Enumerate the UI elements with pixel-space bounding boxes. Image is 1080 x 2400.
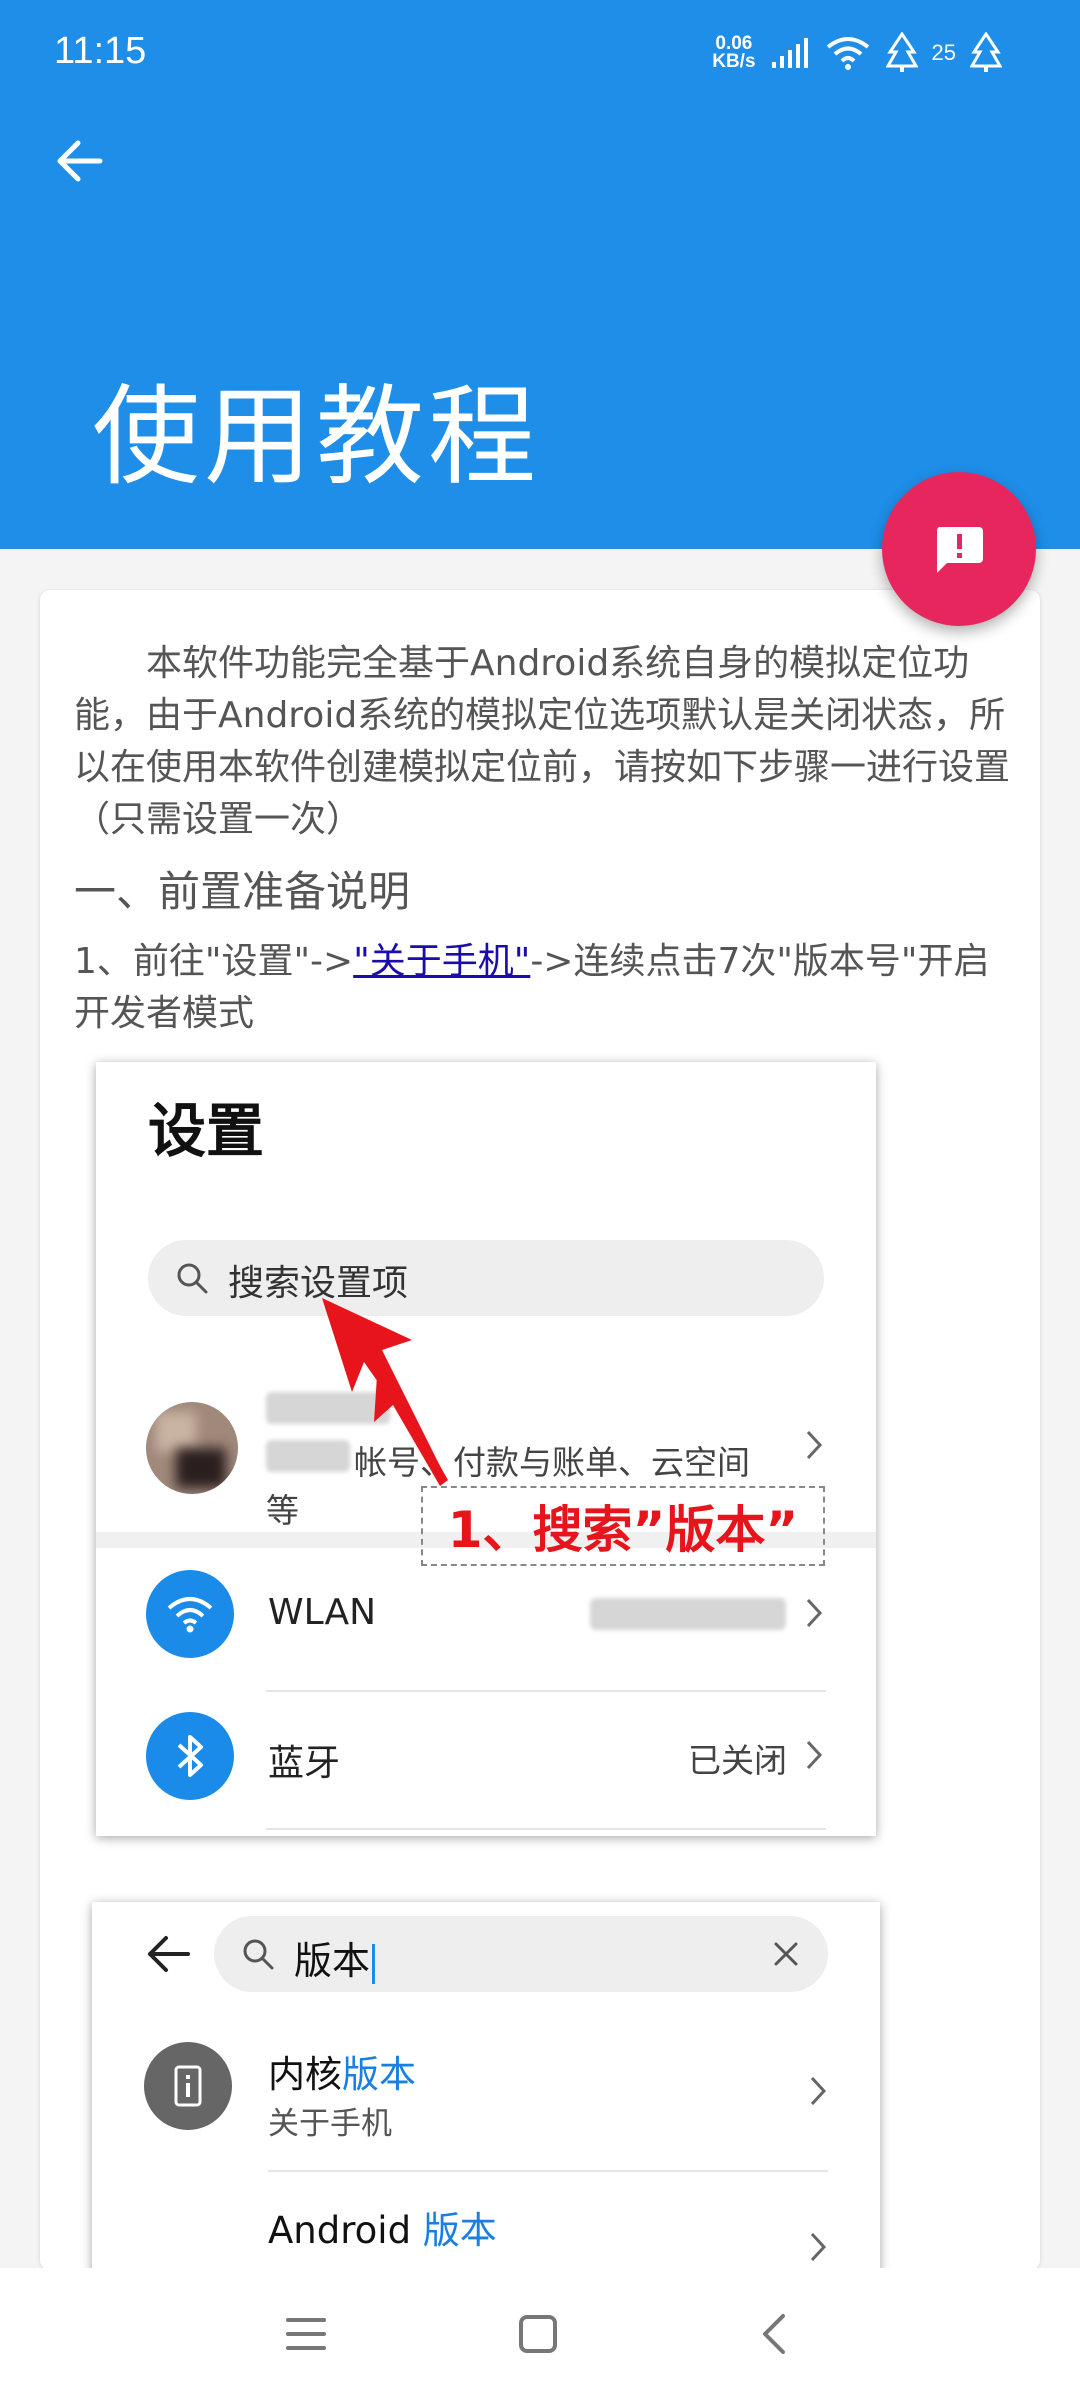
row-divider: [266, 1690, 826, 1692]
settings-title: 设置: [148, 1097, 265, 1165]
app-bar: 11:15 0.06 KB/s 25 使用教程: [0, 0, 1080, 549]
settings-screenshot: 设置 搜索设置项 帐号、付款与账单、云空间 等 WLAN 蓝牙 已关闭 1、搜索…: [96, 1062, 876, 1836]
bluetooth-value: 已关闭: [688, 1741, 787, 1780]
about-phone-link[interactable]: "关于手机": [353, 941, 530, 982]
feedback-icon: [936, 527, 983, 573]
search-result-screenshot: 版本 内核版本 关于手机 Android 版本: [92, 1902, 880, 2270]
search-icon: [177, 1263, 208, 1294]
status-dot: [398, 1404, 409, 1415]
network-speed: 0.06 KB/s: [712, 33, 756, 72]
tree-icon: [885, 32, 918, 72]
intro-paragraph: 本软件功能完全基于Android系统自身的模拟定位功能，由于Android系统的…: [74, 643, 1011, 840]
bluetooth-icon-circle: [146, 1712, 234, 1800]
feedback-fab[interactable]: [882, 472, 1036, 626]
arrow-left-icon: [57, 140, 103, 182]
chevron-right-icon: [810, 2232, 827, 2262]
search-icon: [243, 1939, 274, 1970]
chevron-right-icon: [806, 1430, 823, 1460]
tutorial-card: 本软件功能完全基于Android系统自身的模拟定位功能，由于Android系统的…: [40, 590, 1040, 2270]
avatar: [146, 1402, 238, 1494]
result-1-title: 内核版本: [268, 2053, 416, 2096]
annotation-box: 1、搜索”版本”: [421, 1486, 825, 1566]
section-title: 一、前置准备说明: [74, 867, 411, 916]
version-search-text: 版本: [294, 1930, 376, 1985]
phone-info-icon: [174, 2065, 202, 2107]
back-button[interactable]: [44, 126, 114, 196]
version-search-bar: 版本: [214, 1916, 828, 1992]
settings-search-bar: 搜索设置项: [148, 1240, 824, 1316]
home-button[interactable]: [502, 2298, 574, 2370]
bluetooth-label: 蓝牙: [268, 1743, 341, 1784]
system-back-button[interactable]: [738, 2298, 810, 2370]
chevron-left-icon: [763, 2314, 785, 2354]
home-square-icon: [519, 2315, 557, 2353]
text-cursor: [372, 1943, 376, 1984]
row-divider: [268, 2170, 828, 2172]
status-time: 11:15: [54, 30, 147, 72]
step-1-text: 1、前往"设置"->"关于手机"->连续点击7次"版本号"开启开发者模式: [74, 941, 990, 1034]
blurred-account-prefix: [266, 1440, 350, 1472]
page-title: 使用教程: [92, 375, 541, 500]
chevron-right-icon: [806, 1598, 823, 1628]
info-icon-circle: [144, 2042, 232, 2130]
menu-button[interactable]: [270, 2298, 342, 2370]
signal-icon: [771, 38, 808, 68]
wlan-label: WLAN: [268, 1592, 377, 1633]
wifi-icon: [826, 37, 869, 70]
bluetooth-row: 蓝牙 已关闭: [96, 1696, 876, 1826]
account-subtitle-line1: 帐号、付款与账单、云空间: [354, 1443, 750, 1482]
tree-icon: [970, 32, 1002, 72]
bluetooth-icon: [177, 1735, 203, 1777]
wlan-icon-circle: [146, 1570, 234, 1658]
wifi-icon: [167, 1597, 213, 1633]
chevron-right-icon: [810, 2076, 827, 2106]
clear-icon: [774, 1942, 798, 1966]
account-subtitle-line2: 等: [266, 1491, 299, 1530]
status-bar: 11:15 0.06 KB/s 25: [0, 0, 1080, 110]
menu-icon: [286, 2318, 326, 2350]
row-divider: [266, 1828, 826, 1830]
blurred-wlan-value: [590, 1598, 786, 1630]
result-1-subtitle: 关于手机: [268, 2106, 392, 2142]
wlan-row: WLAN: [96, 1548, 876, 1678]
arrow-left-icon: [148, 1936, 190, 1972]
blurred-username: [266, 1392, 390, 1424]
status-icons: 0.06 KB/s 25: [712, 30, 1002, 76]
notification-badge-count: 25: [931, 40, 956, 65]
result-2-title: Android 版本: [268, 2209, 497, 2252]
system-nav-bar: [0, 2268, 1080, 2400]
settings-search-placeholder: 搜索设置项: [228, 1263, 409, 1304]
chevron-right-icon: [806, 1740, 823, 1770]
